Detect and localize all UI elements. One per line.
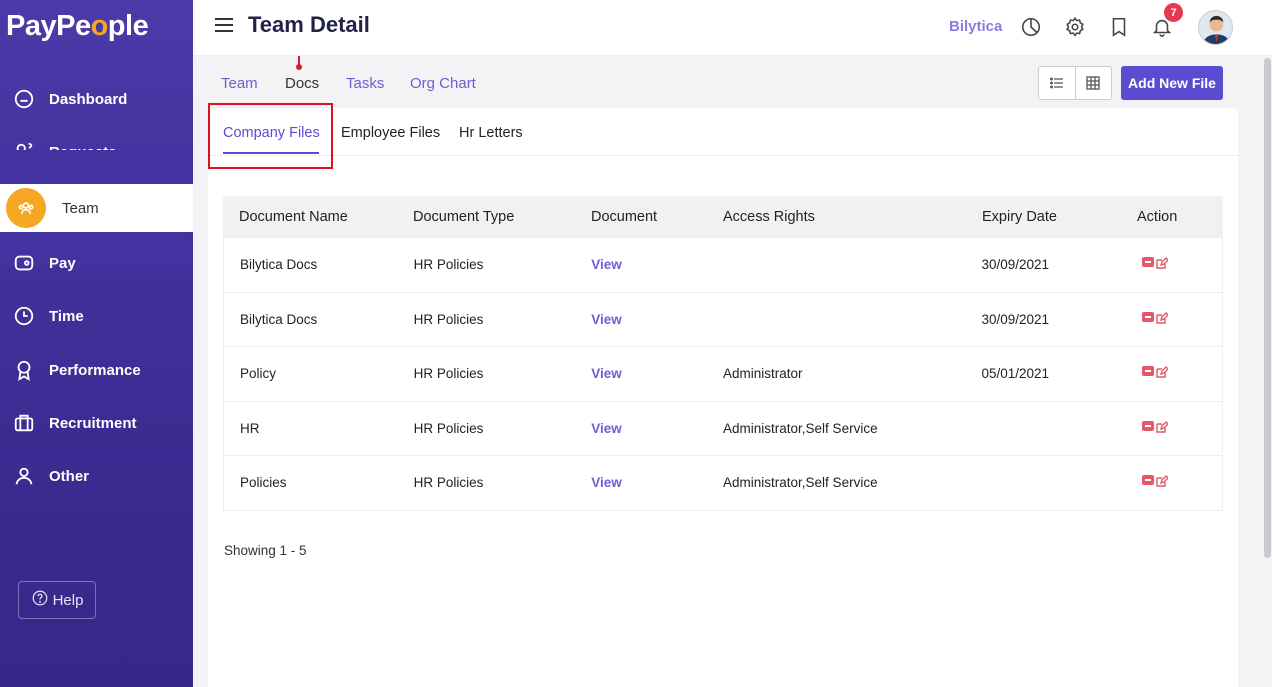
- tab-org-chart[interactable]: Org Chart: [410, 75, 476, 92]
- avatar[interactable]: [1198, 10, 1233, 45]
- menu-icon[interactable]: [215, 18, 233, 32]
- access-rights: Administrator: [723, 366, 803, 382]
- clock-icon: [12, 304, 36, 328]
- help-label: Help: [52, 591, 84, 609]
- edit-icon[interactable]: [1156, 420, 1170, 436]
- pagination-info: Showing 1 - 5: [224, 543, 307, 558]
- column-header[interactable]: Document: [591, 209, 723, 225]
- access-rights: Administrator,Self Service: [723, 475, 878, 491]
- company-name[interactable]: Bilytica: [949, 18, 1002, 35]
- gear-icon[interactable]: [1064, 16, 1086, 38]
- user-icon: [12, 464, 36, 488]
- table-row: Policy HR Policies View Administrator 05…: [224, 347, 1222, 402]
- sidebar-item-label: Recruitment: [49, 414, 137, 432]
- help-button[interactable]: Help: [18, 581, 96, 619]
- column-header[interactable]: Access Rights: [723, 209, 982, 225]
- sidebar-item-label: Time: [49, 307, 84, 325]
- notification-badge: 7: [1164, 3, 1183, 22]
- column-header[interactable]: Document Type: [413, 209, 591, 225]
- view-link[interactable]: View: [591, 475, 723, 490]
- tab-docs[interactable]: Docs: [285, 75, 319, 92]
- column-header: Action: [1137, 209, 1178, 225]
- edit-icon[interactable]: [1156, 366, 1170, 381]
- briefcase-icon: [12, 411, 36, 435]
- table-body: Bilytica Docs HR Policies View 30/09/202…: [223, 238, 1223, 511]
- document-name: Bilytica Docs: [240, 257, 318, 273]
- document-name: Bilytica Docs: [240, 311, 318, 327]
- access-rights: Administrator,Self Service: [723, 420, 878, 436]
- sidebar-item-performance[interactable]: Performance: [0, 350, 193, 390]
- sidebar-item-pay[interactable]: Pay: [0, 243, 193, 283]
- sidebar-item-other[interactable]: Other: [0, 456, 193, 496]
- pie-chart-icon[interactable]: [1020, 16, 1042, 38]
- view-link[interactable]: View: [591, 312, 723, 327]
- highlight-box: [208, 103, 333, 169]
- sidebar-item-label: Other: [49, 467, 90, 485]
- add-new-file-button[interactable]: Add New File: [1121, 66, 1223, 100]
- delete-icon[interactable]: [1142, 366, 1155, 377]
- document-type: HR Policies: [413, 257, 484, 273]
- table-row: HR HR Policies View Administrator,Self S…: [224, 402, 1222, 456]
- sidebar-item-label: Performance: [49, 361, 141, 379]
- active-tab-indicator: [296, 56, 302, 70]
- edit-icon[interactable]: [1156, 475, 1170, 490]
- document-name: HR: [240, 420, 260, 436]
- divider: [208, 155, 1238, 156]
- award-icon: [12, 358, 36, 382]
- tab-hr-letters[interactable]: Hr Letters: [459, 125, 523, 141]
- help-icon: [31, 589, 49, 611]
- view-link[interactable]: View: [591, 421, 723, 436]
- home-icon: [12, 87, 36, 111]
- document-name: Policy: [240, 366, 277, 382]
- view-link[interactable]: View: [591, 257, 723, 272]
- list-view-icon[interactable]: [1039, 67, 1076, 99]
- table-row: Bilytica Docs HR Policies View 30/09/202…: [224, 238, 1222, 293]
- edit-icon[interactable]: [1156, 257, 1170, 272]
- edit-icon[interactable]: [1156, 311, 1170, 327]
- sidebar-item-time[interactable]: Time: [0, 296, 193, 336]
- grid-view-icon[interactable]: [1076, 67, 1112, 99]
- scrollbar-thumb[interactable]: [1264, 58, 1271, 558]
- top-bar: Team Detail Bilytica 7: [193, 0, 1272, 56]
- delete-icon[interactable]: [1142, 257, 1155, 268]
- sidebar: PayPeople Dashboard Requests Team Pay Ti…: [0, 0, 193, 687]
- view-link[interactable]: View: [591, 366, 723, 381]
- delete-icon[interactable]: [1142, 475, 1155, 486]
- expiry-date: 30/09/2021: [981, 257, 1050, 273]
- delete-icon[interactable]: [1142, 311, 1155, 322]
- page-title: Team Detail: [248, 12, 370, 37]
- tab-employee-files[interactable]: Employee Files: [341, 125, 440, 141]
- table-header: Document Name Document Type Document Acc…: [223, 196, 1223, 238]
- sidebar-item-recruitment[interactable]: Recruitment: [0, 403, 193, 443]
- app-logo[interactable]: PayPeople: [6, 10, 149, 43]
- table-row: Policies HR Policies View Administrator,…: [224, 456, 1222, 511]
- tab-team[interactable]: Team: [221, 75, 258, 92]
- document-type: HR Policies: [413, 420, 484, 436]
- sidebar-item-dashboard[interactable]: Dashboard: [0, 79, 193, 119]
- sidebar-item-label: Pay: [49, 254, 76, 272]
- table-row: Bilytica Docs HR Policies View 30/09/202…: [224, 293, 1222, 347]
- document-type: HR Policies: [413, 311, 484, 327]
- bookmark-icon[interactable]: [1108, 16, 1130, 38]
- sidebar-item-label: Dashboard: [49, 90, 128, 108]
- sidebar-item-team[interactable]: Team: [0, 188, 193, 228]
- expiry-date: 05/01/2021: [981, 366, 1050, 382]
- document-name: Policies: [240, 475, 287, 491]
- wallet-icon: [12, 251, 36, 275]
- team-icon: [6, 188, 46, 228]
- nav-shape: [0, 150, 193, 184]
- delete-icon[interactable]: [1142, 420, 1155, 431]
- document-type: HR Policies: [413, 366, 484, 382]
- view-toggle: [1038, 66, 1112, 100]
- scrollbar[interactable]: [1262, 56, 1272, 687]
- expiry-date: 30/09/2021: [981, 311, 1050, 327]
- tab-tasks[interactable]: Tasks: [346, 75, 384, 92]
- documents-table: Document Name Document Type Document Acc…: [223, 196, 1223, 511]
- column-header[interactable]: Document Name: [223, 209, 413, 225]
- column-header[interactable]: Expiry Date: [982, 209, 1137, 225]
- document-type: HR Policies: [413, 475, 484, 491]
- sidebar-item-label: Team: [62, 199, 99, 217]
